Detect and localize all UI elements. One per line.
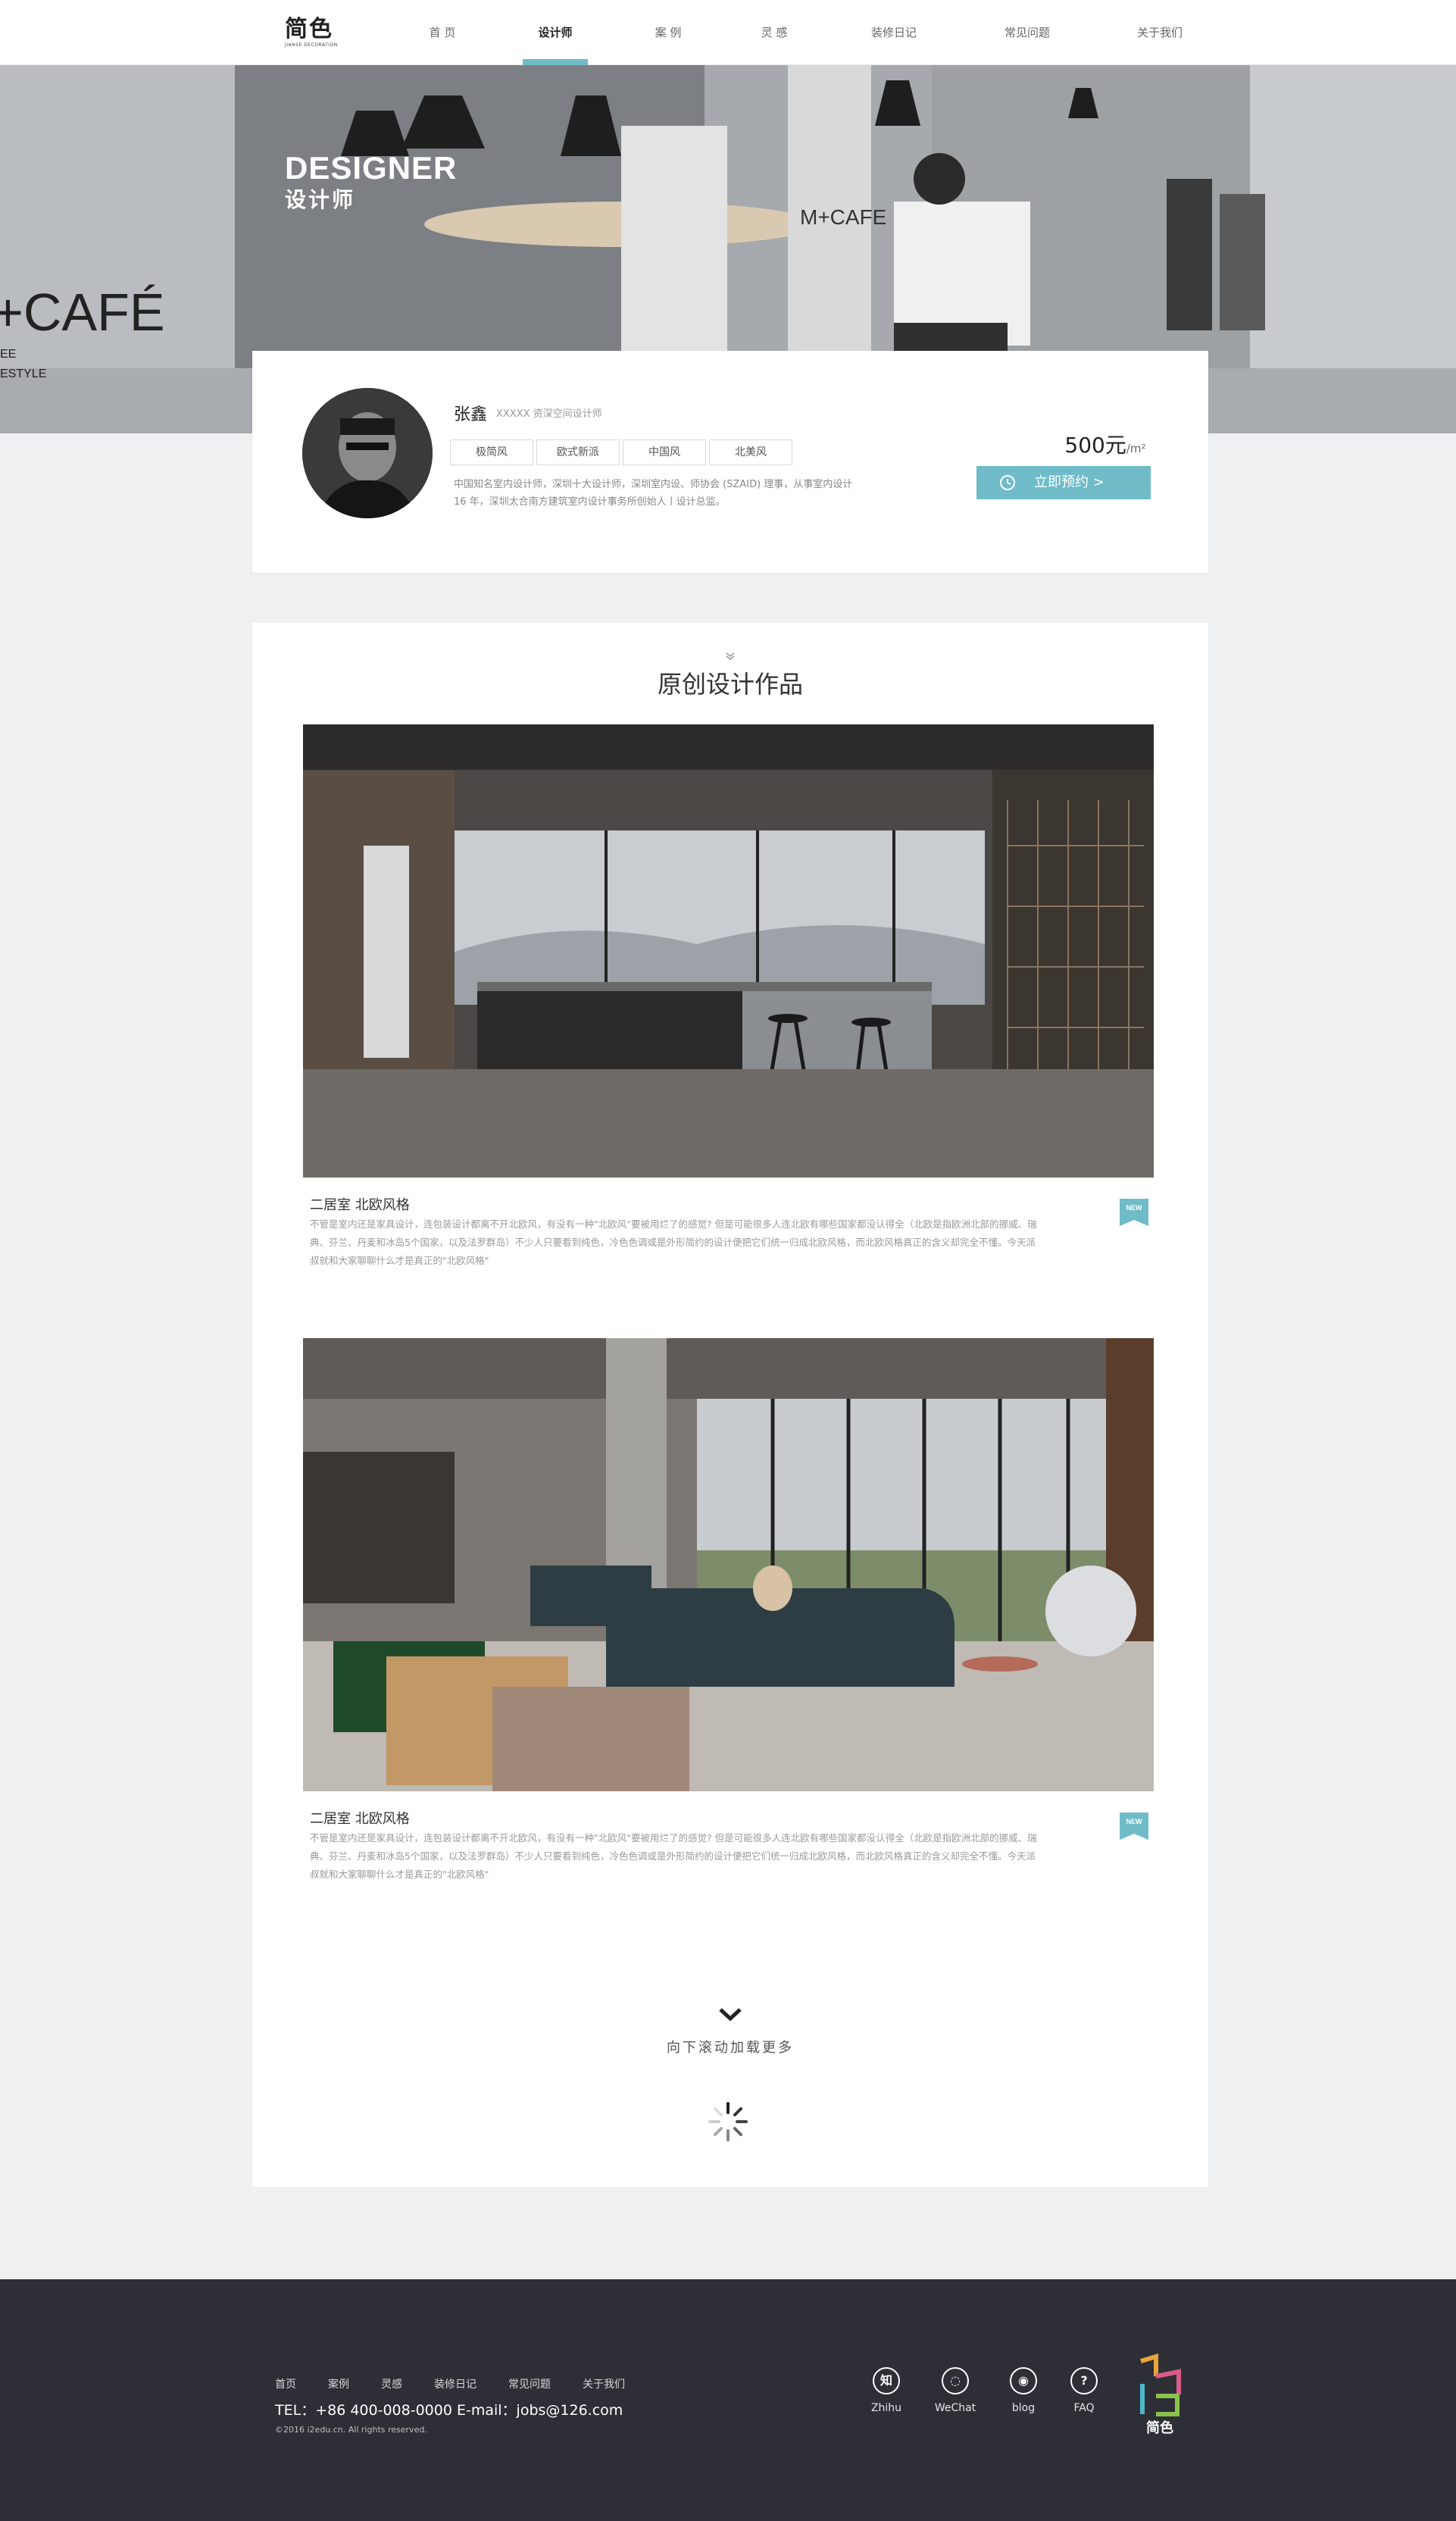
hero-title-cn: 设计师 — [285, 187, 356, 212]
faq-link[interactable]: ? FAQ — [1054, 2367, 1114, 2414]
hero-title-en: DESIGNER — [285, 150, 458, 186]
price-unit: /m² — [1126, 442, 1146, 455]
style-tag-minimal[interactable]: 极简风 — [450, 439, 533, 465]
footer-link-faq[interactable]: 常见问题 — [508, 2376, 551, 2391]
nav-item-about[interactable]: 关于我们 — [1122, 0, 1198, 65]
zhihu-label: Zhihu — [870, 2402, 902, 2414]
zhihu-link[interactable]: 知 Zhihu — [856, 2367, 917, 2414]
designer-bio: 中国知名室内设计师，深圳十大设计师，深圳室内设、师协会 (SZAID) 理事，从… — [454, 479, 853, 508]
wechat-icon: ◌ — [942, 2367, 969, 2394]
price: 500元/m² — [1022, 429, 1189, 459]
chevron-down-small-icon — [726, 652, 735, 660]
cafe-sign-left-sub1: EE — [0, 348, 16, 361]
book-now-button[interactable]: 立即预约 > — [976, 466, 1151, 499]
load-more-hint: 向下滚动加载更多 — [667, 2040, 794, 2056]
price-value: 500元 — [1064, 433, 1126, 458]
logo-text: 简色 — [285, 16, 333, 42]
book-now-label: 立即预约 > — [1034, 474, 1104, 490]
work-image-1[interactable] — [303, 724, 1154, 1178]
logo-subtitle: JIANSE DECORATION — [285, 42, 338, 48]
designer-title: XXXXX 资深空间设计师 — [496, 408, 602, 420]
nav-item-home[interactable]: 首 页 — [405, 0, 480, 65]
footer-link-about[interactable]: 关于我们 — [583, 2376, 625, 2391]
work-title-2[interactable]: 二居室 北欧风格 — [310, 1808, 410, 1828]
blog-link[interactable]: ◉ blog — [993, 2367, 1054, 2414]
nav-item-inspiration[interactable]: 灵 感 — [736, 0, 812, 65]
footer-brand-logo[interactable]: 简色 — [1133, 2354, 1186, 2438]
nav-item-diary[interactable]: 装修日记 — [856, 0, 932, 65]
footer: 首页 案例 灵感 装修日记 常见问题 关于我们 TEL：+86 400-008-… — [0, 2279, 1456, 2521]
wechat-label: WeChat — [934, 2402, 976, 2414]
style-tag-chinese[interactable]: 中国风 — [623, 439, 706, 465]
footer-link-cases[interactable]: 案例 — [328, 2376, 349, 2391]
footer-copyright: ©2016 i2edu.cn. All rights reserved. — [275, 2425, 427, 2435]
work-desc-2: 不管是室内还是家具设计，连包装设计都离不开北欧风，有没有一种"北欧风"要被用烂了… — [310, 1832, 1037, 1880]
faq-icon: ? — [1070, 2367, 1098, 2394]
designer-profile-card: 张鑫 XXXXX 资深空间设计师 极简风 欧式新派 中国风 北美风 中国知名室内… — [252, 351, 1208, 573]
chevron-down-icon[interactable] — [716, 2006, 745, 2025]
nav-item-cases[interactable]: 案 例 — [630, 0, 706, 65]
nav-item-faq[interactable]: 常见问题 — [989, 0, 1065, 65]
new-badge-2: NEW — [1120, 1813, 1148, 1840]
svg-text:简色: 简色 — [1146, 2419, 1173, 2436]
clock-icon — [1000, 475, 1015, 490]
work-title-1[interactable]: 二居室 北欧风格 — [310, 1194, 410, 1214]
zhihu-icon: 知 — [873, 2367, 900, 2394]
svg-text:NEW: NEW — [1126, 1204, 1143, 1212]
footer-contact: TEL：+86 400-008-0000 E-mail：jobs@126.com — [275, 2402, 623, 2419]
cafe-sign-left-sub2: ESTYLE — [0, 368, 46, 380]
designer-name: 张鑫 — [454, 405, 488, 424]
cafe-sign-right: M+CAFE — [800, 205, 886, 229]
footer-link-diary[interactable]: 装修日记 — [434, 2376, 476, 2391]
svg-text:NEW: NEW — [1126, 1818, 1143, 1825]
blog-label: blog — [1011, 2402, 1036, 2414]
cafe-sign-left: +CAFÉ — [0, 283, 165, 342]
faq-label: FAQ — [1073, 2402, 1095, 2414]
work-desc-1: 不管是室内还是家具设计，连包装设计都离不开北欧风，有没有一种"北欧风"要被用烂了… — [310, 1218, 1037, 1266]
loading-spinner-icon — [708, 2102, 748, 2141]
style-tag-neo-european[interactable]: 欧式新派 — [536, 439, 620, 465]
works-section-title: 原创设计作品 — [657, 670, 803, 699]
footer-link-inspiration[interactable]: 灵感 — [381, 2376, 402, 2391]
hero-title: DESIGNER 设计师 — [285, 150, 457, 214]
weibo-icon: ◉ — [1010, 2367, 1037, 2394]
footer-link-home[interactable]: 首页 — [275, 2376, 296, 2391]
nav-active-indicator — [523, 59, 588, 65]
designer-avatar — [302, 388, 433, 518]
wechat-link[interactable]: ◌ WeChat — [925, 2367, 986, 2414]
work-image-2[interactable] — [303, 1338, 1154, 1791]
works-section: 原创设计作品 二居室 北欧风格 不管是室内还是家具设计，连包装设计都离不开北欧风… — [252, 623, 1208, 2187]
new-badge-1: NEW — [1120, 1199, 1148, 1226]
nav-item-designer[interactable]: 设计师 — [517, 0, 593, 65]
brand-logo[interactable]: 简色 JIANSE DECORATION — [285, 17, 338, 48]
style-tag-north-american[interactable]: 北美风 — [709, 439, 792, 465]
top-navbar: 简色 JIANSE DECORATION 首 页 设计师 案 例 灵 感 装修日… — [0, 0, 1456, 65]
